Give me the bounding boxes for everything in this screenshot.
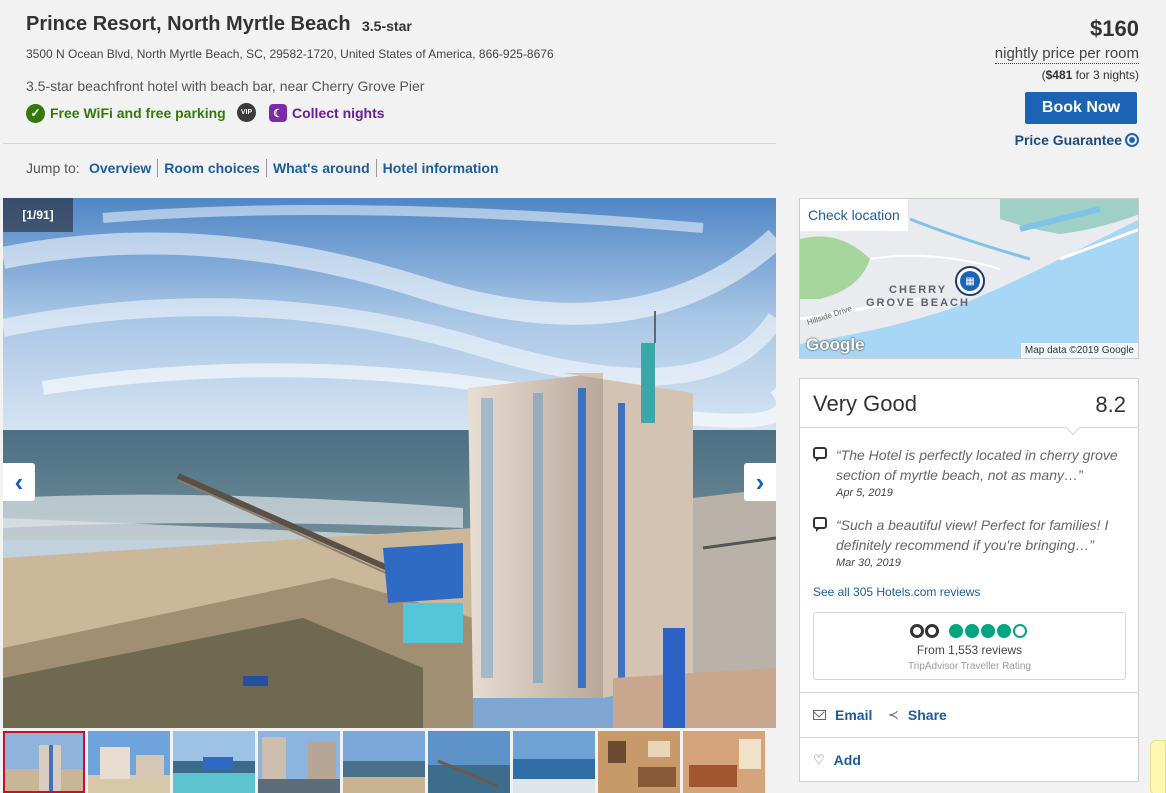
hotel-address: 3500 N Ocean Blvd, North Myrtle Beach, S…: [26, 47, 554, 61]
thumbnail-image: [88, 731, 170, 793]
hotel-map-marker[interactable]: ▦: [955, 266, 985, 296]
thumbnail[interactable]: [343, 731, 425, 793]
thumbnail-image: [173, 731, 255, 793]
tripadvisor-review-count: From 1,553 reviews: [916, 643, 1023, 657]
thumbnail[interactable]: [173, 731, 255, 793]
google-logo: Google: [806, 335, 865, 354]
share-label: Share: [907, 707, 947, 723]
heart-icon: ♡: [813, 752, 825, 767]
chevron-left-icon: ‹: [14, 466, 24, 497]
hotel-header: Prince Resort, North Myrtle Beach 3.5-st…: [0, 0, 1166, 196]
price-total-suffix: for 3 nights): [1072, 68, 1139, 82]
feedback-tab[interactable]: [1150, 740, 1166, 793]
thumbnail[interactable]: [428, 731, 510, 793]
thumbnail[interactable]: [598, 731, 680, 793]
photo-counter: [1/91]: [3, 198, 73, 232]
email-label: Email: [835, 707, 873, 723]
jump-link-whats-around[interactable]: What's around: [267, 159, 377, 177]
rating-dot-icon: [997, 624, 1011, 638]
email-button[interactable]: Email: [813, 707, 872, 723]
thumbnail[interactable]: [88, 731, 170, 793]
hotel-tagline: 3.5-star beachfront hotel with beach bar…: [26, 78, 425, 94]
check-icon: ✓: [26, 103, 45, 123]
thumbnail[interactable]: [513, 731, 595, 793]
rating-dot-icon: [981, 624, 995, 638]
divider: [800, 737, 1138, 738]
price-label[interactable]: nightly price per room: [994, 45, 1139, 64]
review-quote-date: Mar 30, 2019: [836, 557, 901, 569]
star-rating: 3.5-star: [362, 18, 412, 34]
review-score: 8.2: [1095, 392, 1126, 417]
thumbnail[interactable]: [683, 731, 765, 793]
building-icon: ▦: [960, 271, 980, 291]
jump-to-nav: Overview Room choices What's around Hote…: [83, 159, 505, 177]
guarantee-badge-icon: [1125, 133, 1139, 147]
review-quote-date: Apr 5, 2019: [836, 487, 893, 499]
check-location-link[interactable]: Check location: [800, 199, 908, 231]
amenity-rewards-label: Collect nights: [292, 105, 385, 121]
speech-bubble-icon: [813, 447, 827, 462]
review-quote: “Such a beautiful view! Perfect for fami…: [813, 515, 1133, 569]
jump-link-hotel-information[interactable]: Hotel information: [377, 159, 505, 177]
jump-to-label: Jump to:: [26, 160, 80, 176]
amenity-rewards: ☾ Collect nights: [269, 103, 385, 123]
review-quote: “The Hotel is perfectly located in cherr…: [813, 445, 1133, 499]
thumbnail-image: [683, 731, 765, 793]
review-rating-label: Very Good: [813, 391, 917, 416]
jump-link-overview[interactable]: Overview: [83, 159, 159, 177]
rating-dot-icon: [949, 624, 963, 638]
thumbnail-image: [513, 731, 595, 793]
photo-gallery[interactable]: [1/91] ‹ ›: [3, 198, 776, 728]
thumbnail[interactable]: [3, 731, 85, 793]
price-guarantee-label: Price Guarantee: [1014, 132, 1122, 148]
tripadvisor-rating-box[interactable]: From 1,553 reviews TripAdvisor Traveller…: [813, 612, 1126, 680]
thumbnail-image: [598, 731, 680, 793]
jump-link-room-choices[interactable]: Room choices: [158, 159, 267, 177]
see-all-reviews-link[interactable]: See all 305 Hotels.com reviews: [813, 585, 980, 599]
prev-photo-button[interactable]: ‹: [3, 463, 35, 501]
add-label: Add: [833, 752, 861, 768]
hotel-name: Prince Resort, North Myrtle Beach: [26, 13, 351, 35]
thumbnail-image: [343, 731, 425, 793]
map-attribution: Map data ©2019 Google: [1020, 343, 1138, 358]
reviews-panel: Very Good 8.2 “The Hotel is perfectly lo…: [799, 378, 1139, 782]
envelope-icon: [813, 710, 826, 720]
tripadvisor-owl-icon: [910, 622, 944, 640]
divider: [800, 692, 1138, 693]
add-favorite-button[interactable]: ♡ Add: [813, 752, 861, 768]
header-divider: [3, 143, 776, 144]
map-area-label: CHERRY: [889, 284, 948, 296]
thumbnail-image: [3, 731, 85, 793]
price-total: ($481 for 3 nights): [1042, 68, 1139, 82]
chevron-right-icon: ›: [755, 466, 765, 497]
review-quote-text: “The Hotel is perfectly located in cherr…: [836, 447, 1118, 483]
speech-notch: [1065, 420, 1081, 436]
map-area-label: GROVE BEACH: [866, 297, 970, 309]
thumbnail-strip: [3, 731, 765, 793]
divider: [800, 427, 1138, 428]
book-now-button[interactable]: Book Now: [1025, 92, 1137, 124]
tripadvisor-rating-row: [910, 622, 1029, 640]
share-button[interactable]: ≺ Share: [888, 707, 947, 723]
rating-dot-half-icon: [1013, 624, 1027, 638]
rewards-moon-icon: ☾: [269, 104, 287, 122]
thumbnail-image: [258, 731, 340, 793]
main-hotel-photo: [3, 198, 776, 728]
rating-dot-icon: [965, 624, 979, 638]
speech-bubble-icon: [813, 517, 827, 532]
share-icon: ≺: [888, 707, 899, 722]
amenity-wifi-parking: ✓ Free WiFi and free parking: [26, 103, 226, 123]
amenity-wifi-label: Free WiFi and free parking: [50, 105, 226, 121]
price-total-amount: $481: [1045, 68, 1073, 82]
nightly-price: $160: [1090, 16, 1139, 41]
review-quote-text: “Such a beautiful view! Perfect for fami…: [836, 517, 1109, 553]
tripadvisor-caption: TripAdvisor Traveller Rating: [907, 661, 1031, 672]
location-map[interactable]: Check location CHERRY GROVE BEACH Hillsi…: [799, 198, 1139, 359]
next-photo-button[interactable]: ›: [744, 463, 776, 501]
price-guarantee-link[interactable]: Price Guarantee: [1015, 132, 1139, 148]
thumbnail-image: [428, 731, 510, 793]
vip-icon: VIP: [237, 103, 256, 122]
thumbnail[interactable]: [258, 731, 340, 793]
